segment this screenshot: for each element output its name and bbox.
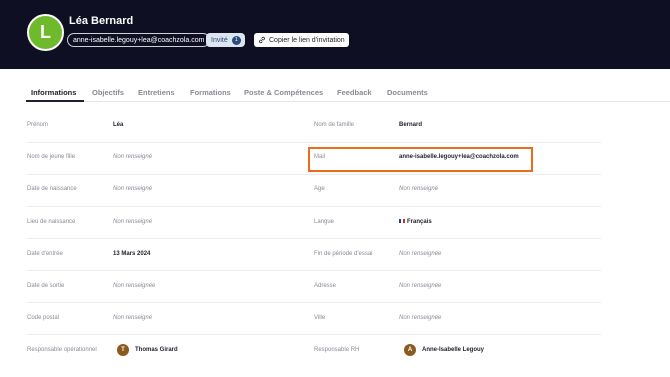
field-value-langue: Français [399,219,432,225]
field-label-responsable-rh: Responsable RH [314,347,360,353]
divider [27,238,601,239]
email-pill: anne-isabelle.legouy+lea@coachzola.com [67,33,211,47]
field-label-age: Age [314,186,325,192]
field-value-date-sortie: Non renseignée [113,283,156,289]
avatar: T [117,344,129,356]
invite-count: 1 [231,35,241,45]
field-value-prenom: Léa [113,122,124,128]
tab-poste-competences[interactable]: Poste & Compétences [244,88,323,97]
field-value-lieu-naissance: Non renseigné [113,219,153,225]
field-value-fin-periode-essai: Non renseignée [399,251,442,257]
link-icon [259,36,265,44]
field-value-responsable-operationnel[interactable]: Thomas Girard [135,347,178,353]
field-value-nom-famille: Bernard [399,122,423,128]
active-tab-indicator [26,100,84,102]
invite-label: Invité [211,36,228,44]
tab-feedback[interactable]: Feedback [337,88,372,97]
field-label-prenom: Prénom [27,122,49,128]
field-value-ville: Non renseignée [399,315,442,321]
tab-objectifs[interactable]: Objectifs [92,88,124,97]
divider [27,142,601,143]
tab-bar: Informations Objectifs Entretiens Format… [26,88,670,102]
french-flag-icon [399,219,405,224]
divider [27,174,601,175]
field-label-nom-jeune-fille: Nom de jeune fille [27,154,76,160]
copy-invite-link-button[interactable]: Copier le lien d'invitation [254,33,349,47]
field-label-langue: Langue [314,219,335,225]
langue-text: Français [407,219,432,225]
profile-header: L Léa Bernard anne-isabelle.legouy+lea@c… [0,0,670,69]
tab-documents[interactable]: Documents [387,88,428,97]
divider [27,270,601,271]
field-label-ville: Ville [314,315,326,321]
field-label-fin-periode-essai: Fin de période d'essai [314,251,373,257]
field-label-nom-famille: Nom de famille [314,122,355,128]
invite-status-badge[interactable]: Invité 1 [206,33,245,47]
field-label-responsable-operationnel: Responsable opérationnel [27,347,97,353]
field-value-code-postal: Non renseigné [113,315,153,321]
field-label-date-sortie: Date de sortie [27,283,65,289]
field-value-date-naissance: Non renseigné [113,186,153,192]
tab-formations[interactable]: Formations [190,88,231,97]
field-label-date-naissance: Date de naissance [27,186,77,192]
field-value-adresse: Non renseignée [399,283,442,289]
avatar: L [27,14,64,51]
user-name: Léa Bernard [69,15,134,27]
mail-highlight-box [308,147,533,172]
field-label-date-entree: Date d'entrée [27,251,63,257]
tab-informations[interactable]: Informations [31,88,76,97]
tab-entretiens[interactable]: Entretiens [138,88,175,97]
field-value-nom-jeune-fille: Non renseigné [113,154,153,160]
field-value-date-entree: 13 Mars 2024 [113,251,151,257]
field-label-code-postal: Code postal [27,315,60,321]
copy-invite-link-label: Copier le lien d'invitation [269,36,345,44]
field-value-age: Non renseigné [399,186,439,192]
divider [27,334,601,335]
field-label-lieu-naissance: Lieu de naissance [27,219,76,225]
divider [27,302,601,303]
field-label-adresse: Adresse [314,283,337,289]
divider [27,206,601,207]
field-value-responsable-rh[interactable]: Anne-Isabelle Legouy [422,347,484,353]
avatar: A [404,344,416,356]
